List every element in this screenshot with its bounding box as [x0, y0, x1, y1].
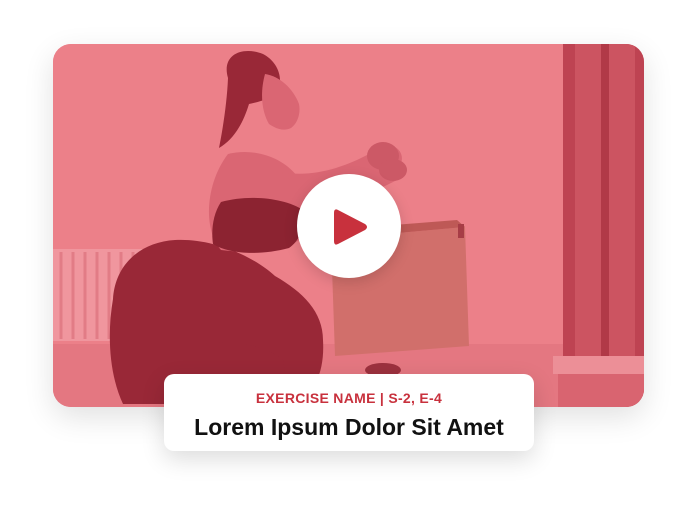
- exercise-meta-label: EXERCISE NAME | S-2, E-4: [255, 390, 443, 406]
- play-icon: [334, 209, 367, 245]
- caption-card: EXERCISE NAME | S-2, E-4 Lorem Ipsum Dol…: [164, 374, 534, 451]
- exercise-video-widget: EXERCISE NAME | S-2, E-4 Lorem Ipsum Dol…: [0, 0, 697, 527]
- video-thumbnail[interactable]: [53, 44, 644, 407]
- video-title: Lorem Ipsum Dolor Sit Amet: [194, 414, 504, 440]
- play-button[interactable]: [297, 174, 401, 278]
